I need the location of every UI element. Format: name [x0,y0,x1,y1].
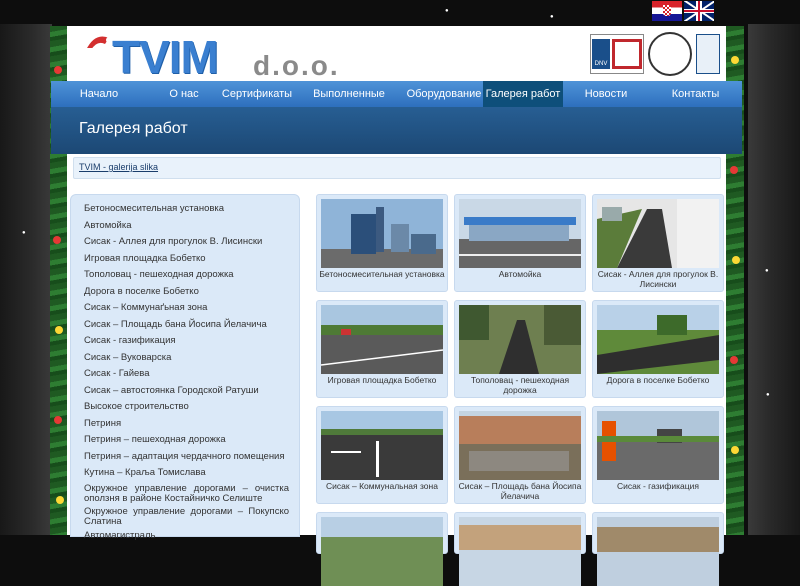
iso-certificate-badge: DNV [590,34,644,74]
page-title: Галерея работ [79,120,188,137]
sidebar-item[interactable]: Кутина – Краља Томислава [71,467,299,484]
gallery-photo-walkway [597,199,719,268]
gallery-photo-street [597,517,719,586]
gallery-card[interactable] [592,512,724,586]
gallery-photo-buildings [459,517,581,586]
gallery-photo-square [459,411,581,480]
sidebar-item[interactable]: Тополовац - пешеходная дорожка [71,269,299,286]
site-logo[interactable]: TVIM [112,30,219,84]
sidebar-item[interactable]: Сисак – автостоянка Городской Ратуши [71,385,299,402]
sidebar-item[interactable]: Сисак – Коммунаґьная зона [71,302,299,319]
svg-text:DNV: DNV [595,61,608,67]
sidebar-item[interactable]: Сисак - Аллея для прогулок В. Лисински [71,236,299,253]
gallery-caption: Автомойка [498,269,542,279]
gallery-card[interactable]: Дорога в поселке Бобетко [592,300,724,398]
gallery-card[interactable]: Бетоносмесительная установка [316,194,448,292]
snow-star-icon: ● [766,392,770,398]
nav-home[interactable]: Начало [51,81,147,107]
gallery-caption: Сисак - Аллея для прогулок В. Лисински [597,269,719,289]
ornament-icon [53,236,61,244]
gallery-photo-concrete-plant [321,199,443,268]
sidebar-item[interactable]: Окружное управление дорогами – очистка о… [71,483,299,507]
gallery-card[interactable]: Игровая площадка Бобетко [316,300,448,398]
ornament-icon [731,446,739,454]
gallery-photo-village-road [597,305,719,374]
language-switcher [652,1,714,21]
gallery-photo-gasification [597,411,719,480]
gallery-caption: Тополовац - пешеходная дорожка [470,375,570,395]
breadcrumb: TVIM - galerija slika [73,157,721,179]
sidebar-item[interactable]: Бетоносмесительная установка [71,203,299,220]
sidebar-item[interactable]: Петриня – адаптация чердачного помещения [71,451,299,468]
snow-star-icon: ● [765,268,769,274]
sidebar-item[interactable]: Петриня [71,418,299,435]
sidebar-item[interactable]: Сисак - газификация [71,335,299,352]
sidebar-item[interactable]: Сисак – Площадь бана Йосипа Йелачича [71,319,299,336]
sidebar-item[interactable]: Игровая площадка Бобетко [71,253,299,270]
nav-news[interactable]: Новости [563,81,649,107]
gallery-photo-car-wash [459,199,581,268]
sidebar-item[interactable]: Сисак – Вуковарска [71,352,299,369]
nav-about[interactable]: О нас [147,81,221,107]
sidebar-item[interactable]: Петриня – пешеходная дорожка [71,434,299,451]
snow-star-icon: ● [22,230,26,236]
ornament-icon [730,166,738,174]
sidebar-item[interactable]: Дорога в поселке Бобетко [71,286,299,303]
gallery-caption: Дорога в поселке Бобетко [606,375,710,385]
ornament-icon [55,326,63,334]
gallery-caption: Игровая площадка Бобетко [327,375,437,385]
gallery-caption: Сисак – Площадь бана Йосипа Йелачича [458,481,582,501]
dnv-icon: DNV [592,39,610,69]
snow-star-icon: ● [445,8,449,14]
uk-flag-icon[interactable] [684,1,714,21]
gallery-card[interactable]: Автомойка [454,194,586,292]
main-navigation: Начало О нас Сертификаты Выполненные про… [51,81,742,126]
right-background-band [748,24,800,535]
dnv-small-badge [696,34,720,74]
santa-hat-icon [84,36,112,53]
gallery-category-sidebar: Бетоносмесительная установка Автомойка С… [70,194,300,541]
page-container: TVIM d.o.o. DNV Начало О нас Сертификаты… [51,26,742,586]
gallery-card[interactable]: Сисак – Коммунальная зона [316,406,448,504]
quality-seal-badge [648,32,692,76]
sidebar-item[interactable]: Автомагистраль [71,530,299,547]
ornament-icon [54,66,62,74]
gallery-card[interactable]: Сисак – Площадь бана Йосипа Йелачича [454,406,586,504]
ornament-icon [56,496,64,504]
gallery-card[interactable]: Сисак - газификация [592,406,724,504]
nav-gallery[interactable]: Галерея работ [483,81,563,107]
gallery-photo-road [321,517,443,586]
page-banner: Галерея работ [51,107,742,154]
gallery-card[interactable]: Тополовац - пешеходная дорожка [454,300,586,398]
gallery-card[interactable] [454,512,586,586]
certification-badges: DNV [590,32,720,76]
ornament-icon [731,56,739,64]
left-background-band [0,24,52,535]
snow-star-icon: ● [550,14,554,20]
nav-contacts[interactable]: Контакты [649,81,742,107]
nav-certificates[interactable]: Сертификаты [221,81,293,107]
ornament-icon [730,356,738,364]
gallery-caption: Сисак - газификация [617,481,699,491]
ornament-icon [54,416,62,424]
nav-equipment[interactable]: Оборудование [405,81,483,107]
nav-projects[interactable]: Выполненные проекты [293,81,405,126]
gallery-photo-communal-zone [321,411,443,480]
gallery-card[interactable]: Сисак - Аллея для прогулок В. Лисински [592,194,724,292]
sidebar-item[interactable]: Сисак - Гайева [71,368,299,385]
sidebar-item[interactable]: Высокое строительство [71,401,299,418]
gallery-caption: Бетоносмесительная установка [319,269,445,279]
logo-suffix: d.o.o. [253,50,340,81]
breadcrumb-link[interactable]: TVIM - galerija slika [79,162,158,172]
gallery-photo-playground [321,305,443,374]
croatia-flag-icon[interactable] [652,1,682,21]
site-header: TVIM d.o.o. DNV [67,26,726,84]
sidebar-item[interactable]: Окружное управление дорогами – Покупско … [71,506,299,530]
gallery-caption: Сисак – Коммунальная зона [326,481,438,491]
ornament-icon [732,256,740,264]
sidebar-item[interactable]: Автомойка [71,220,299,237]
gallery-card[interactable] [316,512,448,586]
gallery-photo-footpath [459,305,581,374]
